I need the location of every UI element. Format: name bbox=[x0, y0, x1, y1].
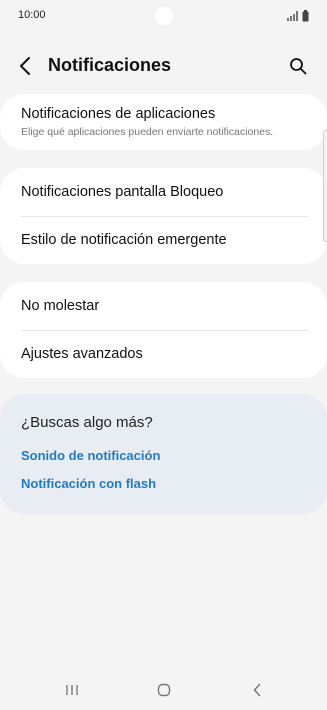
flash-notification-link[interactable]: Notificación con flash bbox=[21, 476, 156, 491]
lock-screen-notifications-row[interactable]: Notificaciones pantalla Bloqueo bbox=[0, 168, 327, 216]
recents-icon bbox=[66, 685, 78, 695]
advanced-settings-title: Ajustes avanzados bbox=[21, 346, 143, 362]
app-notifications-row[interactable]: Notificaciones de aplicaciones Elige qué… bbox=[0, 94, 327, 150]
suggestions-title: ¿Buscas algo más? bbox=[21, 414, 153, 431]
navigation-bar bbox=[0, 668, 327, 710]
other-settings-card: No molestar Ajustes avanzados bbox=[0, 282, 327, 378]
home-button[interactable] bbox=[149, 678, 179, 702]
search-button[interactable] bbox=[283, 52, 313, 80]
back-icon bbox=[253, 683, 261, 697]
status-bar: 10:00 bbox=[0, 0, 327, 32]
chevron-left-icon bbox=[20, 57, 30, 75]
status-icons bbox=[287, 10, 311, 22]
signal-icon bbox=[287, 11, 298, 21]
notification-display-card: Notificaciones pantalla Bloqueo Estilo d… bbox=[0, 168, 327, 264]
suggestions-card: ¿Buscas algo más? Sonido de notificación… bbox=[0, 394, 327, 514]
lock-screen-notifications-title: Notificaciones pantalla Bloqueo bbox=[21, 184, 224, 200]
do-not-disturb-row[interactable]: No molestar bbox=[0, 282, 327, 330]
scroll-handle[interactable] bbox=[323, 130, 327, 242]
do-not-disturb-title: No molestar bbox=[21, 298, 100, 314]
battery-icon bbox=[302, 10, 309, 22]
notification-sound-link[interactable]: Sonido de notificación bbox=[21, 448, 160, 463]
app-notifications-subtitle: Elige qué aplicaciones pueden enviarte n… bbox=[21, 126, 274, 138]
app-notifications-title: Notificaciones de aplicaciones bbox=[21, 106, 216, 122]
search-icon bbox=[290, 58, 307, 75]
popup-style-row[interactable]: Estilo de notificación emergente bbox=[0, 216, 327, 264]
recents-button[interactable] bbox=[57, 678, 87, 702]
app-notifications-card: Notificaciones de aplicaciones Elige qué… bbox=[0, 94, 327, 150]
nav-back-button[interactable] bbox=[242, 678, 272, 702]
back-button[interactable] bbox=[10, 52, 40, 80]
advanced-settings-row[interactable]: Ajustes avanzados bbox=[0, 330, 327, 378]
app-header: Notificaciones bbox=[0, 46, 327, 86]
home-icon bbox=[157, 683, 171, 697]
status-time: 10:00 bbox=[18, 9, 46, 21]
popup-style-title: Estilo de notificación emergente bbox=[21, 232, 227, 248]
page-title: Notificaciones bbox=[48, 55, 172, 75]
camera-cutout bbox=[155, 7, 173, 25]
